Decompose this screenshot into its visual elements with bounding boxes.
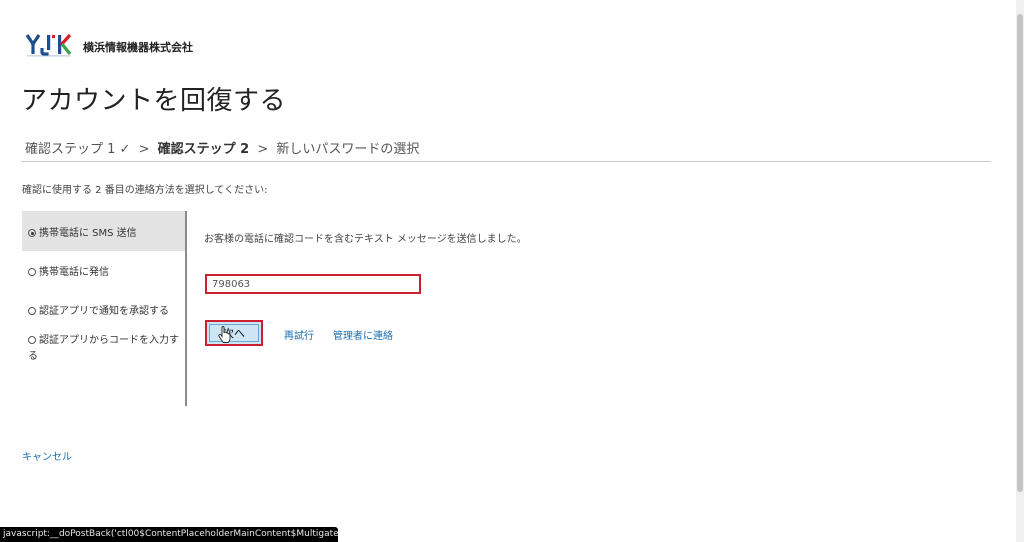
- page: 横浜情報機器株式会社 アカウントを回復する 確認ステップ 1 ✓ > 確認ステッ…: [0, 0, 1016, 542]
- company-logo: 横浜情報機器株式会社: [25, 33, 193, 59]
- status-bar: javascript:__doPostBack('ctl00$ContentPl…: [0, 527, 338, 542]
- logo-text: 横浜情報機器株式会社: [83, 41, 193, 54]
- radio-icon[interactable]: [28, 336, 36, 344]
- verification-code-input[interactable]: [205, 274, 421, 294]
- instruction-text: 確認に使用する 2 番目の連絡方法を選択してください:: [22, 185, 268, 196]
- method-call[interactable]: 携帯電話に発信: [22, 251, 185, 292]
- method-label: 携帯電話に SMS 送信: [39, 228, 137, 239]
- method-app-code[interactable]: 認証アプリからコードを入力する: [22, 324, 185, 365]
- verification-method-list: 携帯電話に SMS 送信 携帯電話に発信 認証アプリで通知を承認する 認証アプリ…: [22, 211, 187, 406]
- sms-sent-message: お客様の電話に確認コードを含むテキスト メッセージを送信しました。: [204, 234, 527, 245]
- method-label: 認証アプリからコードを入力する: [28, 335, 179, 362]
- next-button[interactable]: 次へ: [205, 320, 263, 346]
- yjk-logo-icon: [25, 33, 72, 57]
- scrollbar-thumb[interactable]: [1017, 14, 1023, 492]
- radio-icon[interactable]: [28, 307, 36, 315]
- breadcrumb-step1: 確認ステップ 1 ✓: [25, 142, 131, 157]
- cancel-link[interactable]: キャンセル: [22, 448, 72, 463]
- breadcrumb-separator: >: [138, 142, 150, 157]
- contact-admin-link[interactable]: 管理者に連絡: [333, 327, 393, 342]
- method-sms[interactable]: 携帯電話に SMS 送信: [22, 211, 185, 251]
- method-label: 携帯電話に発信: [39, 267, 109, 278]
- radio-selected-icon[interactable]: [28, 229, 36, 237]
- breadcrumb-separator: >: [257, 142, 269, 157]
- retry-link[interactable]: 再試行: [284, 327, 314, 342]
- page-title: アカウントを回復する: [21, 86, 287, 116]
- method-app-notification[interactable]: 認証アプリで通知を承認する: [22, 292, 185, 324]
- breadcrumb: 確認ステップ 1 ✓ > 確認ステップ 2 > 新しいパスワードの選択: [25, 138, 419, 157]
- vertical-scrollbar[interactable]: [1016, 0, 1024, 542]
- breadcrumb-step2: 確認ステップ 2: [157, 142, 250, 157]
- breadcrumb-step3: 新しいパスワードの選択: [276, 142, 420, 157]
- divider: [21, 161, 991, 162]
- method-label: 認証アプリで通知を承認する: [39, 306, 169, 317]
- next-button-label: 次へ: [209, 324, 259, 342]
- radio-icon[interactable]: [28, 268, 36, 276]
